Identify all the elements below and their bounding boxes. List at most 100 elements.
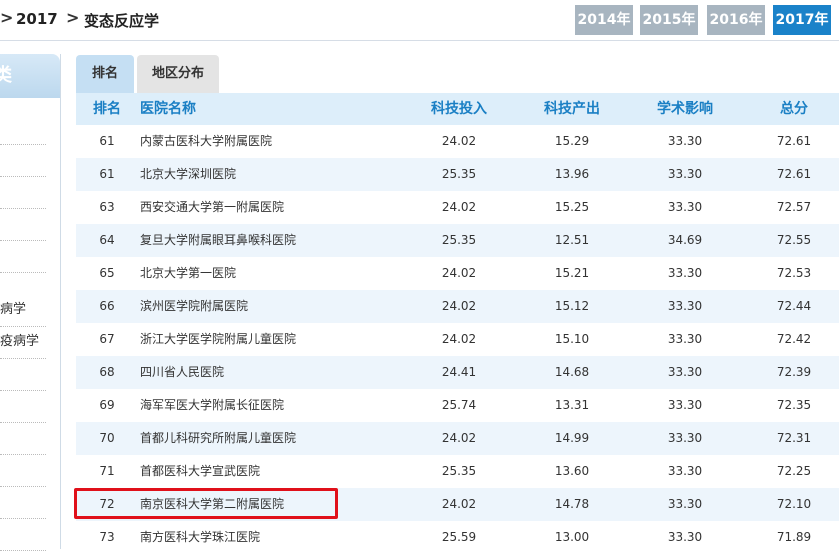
table-row: 73 南方医科大学珠江医院 25.59 13.00 33.30 71.89 <box>76 521 839 554</box>
cell-hospital-name[interactable]: 首都医科大学宣武医院 <box>140 455 420 488</box>
year-tab-2017[interactable]: 2017年 <box>773 5 831 35</box>
sidebar-item[interactable] <box>0 240 46 273</box>
sidebar-item[interactable]: 疫病学 <box>0 326 46 359</box>
cell-hospital-name[interactable]: 西安交通大学第一附属医院 <box>140 191 420 224</box>
cell-tech-output: 15.12 <box>554 299 590 313</box>
cell-academic-impact: 33.30 <box>667 431 703 445</box>
cell-hospital-name[interactable]: 内蒙古医科大学附属医院 <box>140 125 420 158</box>
cell-tech-input: 25.35 <box>441 233 477 247</box>
cell-hospital-name[interactable]: 四川省人民医院 <box>140 356 420 389</box>
sidebar-item[interactable] <box>0 144 46 177</box>
cell-tech-input: 24.02 <box>441 266 477 280</box>
cell-tech-output: 12.51 <box>554 233 590 247</box>
cell-hospital-name[interactable]: 海军军医大学附属长征医院 <box>140 389 420 422</box>
cell-tech-output: 13.60 <box>554 464 590 478</box>
sidebar-item[interactable] <box>0 518 46 551</box>
cell-total-score: 72.61 <box>776 134 812 148</box>
cell-tech-input: 25.35 <box>441 167 477 181</box>
table-row: 65 北京大学第一医院 24.02 15.21 33.30 72.53 <box>76 257 839 290</box>
header-tech-output[interactable]: 科技产出 <box>522 93 622 125</box>
header-tech-input[interactable]: 科技投入 <box>409 93 509 125</box>
cell-hospital-name[interactable]: 北京大学深圳医院 <box>140 158 420 191</box>
sidebar-item[interactable] <box>0 358 46 391</box>
cell-hospital-name[interactable]: 浙江大学医学院附属儿童医院 <box>140 323 420 356</box>
cell-rank: 68 <box>99 365 115 379</box>
cell-tech-output: 15.10 <box>554 332 590 346</box>
table-row: 70 首都儿科研究所附属儿童医院 24.02 14.99 33.30 72.31 <box>76 422 839 455</box>
top-bar: > 2017 > 变态反应学 2014年 2015年 2016年 2017年 <box>0 0 839 41</box>
cell-tech-output: 15.21 <box>554 266 590 280</box>
cell-total-score: 72.25 <box>776 464 812 478</box>
tab-rank[interactable]: 排名 <box>76 55 134 93</box>
cell-tech-input: 24.02 <box>441 134 477 148</box>
sidebar-item[interactable]: 病学 <box>0 294 46 327</box>
cell-total-score: 72.10 <box>776 497 812 511</box>
cell-hospital-name[interactable]: 首都儿科研究所附属儿童医院 <box>140 422 420 455</box>
cell-academic-impact: 33.30 <box>667 398 703 412</box>
table-row: 67 浙江大学医学院附属儿童医院 24.02 15.10 33.30 72.42 <box>76 323 839 356</box>
year-tab-2016[interactable]: 2016年 <box>707 5 765 35</box>
cell-tech-input: 24.02 <box>441 200 477 214</box>
cell-academic-impact: 33.30 <box>667 464 703 478</box>
cell-tech-output: 15.25 <box>554 200 590 214</box>
sidebar-item[interactable] <box>0 454 46 487</box>
sidebar-item[interactable] <box>0 486 46 519</box>
cell-tech-output: 13.96 <box>554 167 590 181</box>
sidebar-header: 类 <box>0 54 60 98</box>
cell-tech-input: 24.02 <box>441 299 477 313</box>
cell-tech-input: 24.02 <box>441 332 477 346</box>
cell-tech-input: 25.35 <box>441 464 477 478</box>
header-rank[interactable]: 排名 <box>76 93 138 125</box>
breadcrumb-category: 变态反应学 <box>84 12 160 30</box>
cell-hospital-name[interactable]: 滨州医学院附属医院 <box>140 290 420 323</box>
cell-tech-input: 25.74 <box>441 398 477 412</box>
sidebar-item[interactable] <box>0 390 46 423</box>
cell-hospital-name[interactable]: 复旦大学附属眼耳鼻喉科医院 <box>140 224 420 257</box>
cell-tech-output: 14.99 <box>554 431 590 445</box>
cell-academic-impact: 33.30 <box>667 530 703 544</box>
cell-rank: 65 <box>99 266 115 280</box>
year-tab-2015[interactable]: 2015年 <box>640 5 698 35</box>
header-academic-impact[interactable]: 学术影响 <box>635 93 735 125</box>
cell-total-score: 72.44 <box>776 299 812 313</box>
ranking-table: 排名 医院名称 科技投入 科技产出 学术影响 总分 61 内蒙古医科大学附属医院… <box>76 93 839 554</box>
cell-tech-input: 24.02 <box>441 497 477 511</box>
cell-academic-impact: 33.30 <box>667 497 703 511</box>
cell-rank: 73 <box>99 530 115 544</box>
cell-academic-impact: 33.30 <box>667 365 703 379</box>
cell-total-score: 72.57 <box>776 200 812 214</box>
cell-rank: 63 <box>99 200 115 214</box>
cell-rank: 67 <box>99 332 115 346</box>
cell-academic-impact: 33.30 <box>667 266 703 280</box>
sidebar-item[interactable] <box>0 422 46 455</box>
cell-total-score: 72.39 <box>776 365 812 379</box>
table-header: 排名 医院名称 科技投入 科技产出 学术影响 总分 <box>76 93 839 125</box>
year-tab-2014[interactable]: 2014年 <box>575 5 633 35</box>
tab-region[interactable]: 地区分布 <box>137 55 219 93</box>
cell-tech-output: 15.29 <box>554 134 590 148</box>
breadcrumb-year[interactable]: 2017 <box>16 10 58 28</box>
cell-rank: 64 <box>99 233 115 247</box>
sidebar-item[interactable] <box>0 208 46 241</box>
cell-tech-input: 25.59 <box>441 530 477 544</box>
cell-hospital-name[interactable]: 南方医科大学珠江医院 <box>140 521 420 554</box>
table-row: 61 内蒙古医科大学附属医院 24.02 15.29 33.30 72.61 <box>76 125 839 158</box>
cell-rank: 61 <box>99 134 115 148</box>
header-hospital-name[interactable]: 医院名称 <box>140 93 420 125</box>
cell-rank: 66 <box>99 299 115 313</box>
header-total-score[interactable]: 总分 <box>744 93 839 125</box>
cell-total-score: 72.61 <box>776 167 812 181</box>
cell-hospital-name[interactable]: 北京大学第一医院 <box>140 257 420 290</box>
cell-total-score: 72.31 <box>776 431 812 445</box>
cell-total-score: 72.53 <box>776 266 812 280</box>
table-row: 71 首都医科大学宣武医院 25.35 13.60 33.30 72.25 <box>76 455 839 488</box>
cell-tech-output: 14.78 <box>554 497 590 511</box>
highlight-annotation-box <box>74 488 338 519</box>
table-row: 68 四川省人民医院 24.41 14.68 33.30 72.39 <box>76 356 839 389</box>
sidebar-item[interactable] <box>0 112 46 145</box>
cell-tech-input: 24.02 <box>441 431 477 445</box>
cell-academic-impact: 33.30 <box>667 299 703 313</box>
cell-total-score: 72.35 <box>776 398 812 412</box>
sidebar-item[interactable] <box>0 176 46 209</box>
table-row: 64 复旦大学附属眼耳鼻喉科医院 25.35 12.51 34.69 72.55 <box>76 224 839 257</box>
